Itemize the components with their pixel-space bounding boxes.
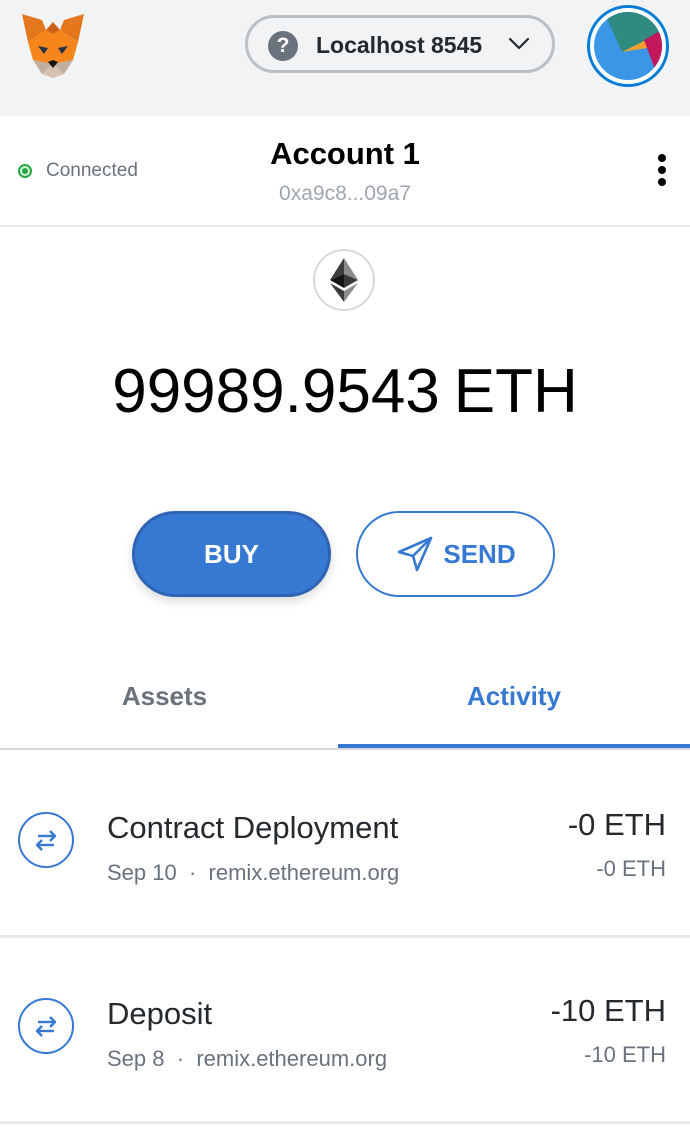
buy-button-label: BUY — [204, 538, 259, 569]
transaction-secondary-amount: -0 ETH — [596, 856, 666, 881]
tab-assets[interactable]: Assets — [0, 648, 337, 748]
jazzicon-icon — [594, 12, 662, 80]
balance-amount: 99989.9543 — [112, 357, 440, 426]
app-header: ? Localhost 8545 — [0, 0, 690, 116]
send-button[interactable]: SEND — [356, 511, 555, 597]
transaction-origin: remix.ethereum.org — [208, 860, 400, 885]
balance-display: 99989.9543 ETH — [0, 356, 690, 427]
account-options-menu-icon[interactable] — [650, 154, 674, 194]
metamask-fox-icon[interactable] — [18, 12, 88, 78]
transaction-subtitle: Sep 10 · remix.ethereum.org — [107, 860, 399, 886]
interaction-arrows-icon — [18, 998, 74, 1054]
network-name: Localhost 8545 — [316, 32, 483, 58]
separator-dot: · — [170, 1046, 191, 1071]
transaction-subtitle: Sep 8 · remix.ethereum.org — [107, 1046, 387, 1072]
question-icon: ? — [268, 31, 298, 61]
eth-logo-icon — [313, 249, 375, 311]
account-bar: Connected Account 1 0xa9c8...09a7 — [0, 116, 690, 227]
transaction-origin: remix.ethereum.org — [196, 1046, 388, 1071]
account-address[interactable]: 0xa9c8...09a7 — [0, 182, 690, 206]
send-arrow-icon — [398, 536, 433, 572]
transaction-amount: -0 ETH — [567, 807, 666, 842]
transaction-date: Sep 10 — [107, 860, 177, 885]
balance-unit: ETH — [453, 357, 578, 426]
account-name[interactable]: Account 1 — [0, 136, 690, 172]
transaction-date: Sep 8 — [107, 1046, 165, 1071]
transaction-amount: -10 ETH — [550, 993, 666, 1028]
chevron-down-icon — [508, 37, 530, 50]
account-avatar[interactable] — [587, 5, 669, 87]
transaction-title: Contract Deployment — [107, 810, 399, 845]
transaction-title: Deposit — [107, 996, 213, 1031]
interaction-arrows-icon — [18, 812, 74, 868]
separator-dot: · — [182, 860, 203, 885]
tab-activity[interactable]: Activity — [338, 648, 690, 748]
send-button-label: SEND — [443, 538, 516, 569]
transaction-list-item[interactable]: Deposit Sep 8 · remix.ethereum.org -10 E… — [0, 938, 690, 1124]
network-selector[interactable]: ? Localhost 8545 — [245, 15, 555, 73]
buy-button[interactable]: BUY — [132, 511, 331, 597]
home-tabs: Assets Activity — [0, 648, 690, 750]
transaction-list-item[interactable]: Contract Deployment Sep 10 · remix.ether… — [0, 752, 690, 938]
transaction-secondary-amount: -10 ETH — [584, 1042, 666, 1067]
